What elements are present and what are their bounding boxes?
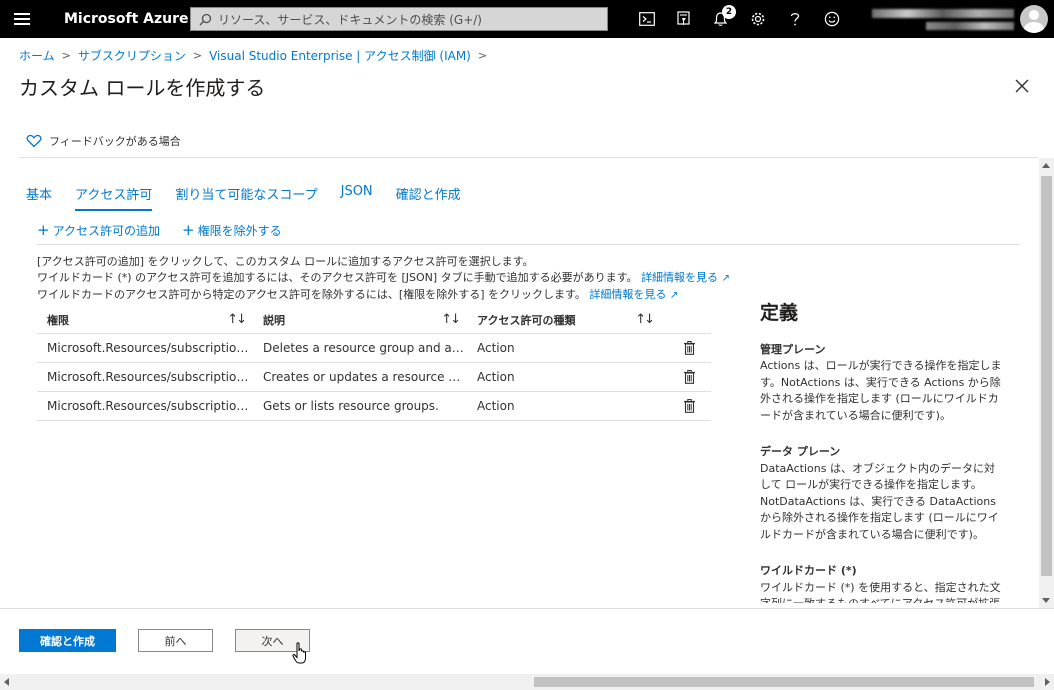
table-row: Microsoft.Resources/subscriptions/resour… xyxy=(37,392,711,421)
definition-body: Actions は、ロールが実行できる操作を指定します。NotActions は… xyxy=(760,359,1002,422)
notifications-icon[interactable]: 2 xyxy=(702,0,739,38)
page-title: カスタム ロールを作成する xyxy=(19,76,266,100)
permission-cell: Microsoft.Resources/subscriptions/resour… xyxy=(47,399,253,413)
chevron-right-icon: > xyxy=(61,49,71,62)
info-line-3: ワイルドカードのアクセス許可から特定のアクセス許可を除外するには、[権限を除外す… xyxy=(37,288,586,301)
exclude-permissions-label: 権限を除外する xyxy=(197,224,282,238)
breadcrumb-iam[interactable]: Visual Studio Enterprise | アクセス制御 (IAM) xyxy=(209,47,471,64)
exclude-permissions-button[interactable]: + 権限を除外する xyxy=(182,222,282,239)
scroll-up-arrow-icon[interactable] xyxy=(1042,163,1050,168)
tab-bar: 基本 アクセス許可 割り当て可能なスコープ JSON 確認と作成 xyxy=(26,184,484,211)
info-text: [アクセス許可の追加] をクリックして、このカスタム ロールに追加するアクセス許… xyxy=(37,254,730,304)
top-nav-bar: Microsoft Azure リソース、サービス、ドキュメントの検索 (G+/… xyxy=(0,0,1054,38)
breadcrumb-subscriptions[interactable]: サブスクリプション xyxy=(78,47,186,64)
footer-bar: 確認と作成 前へ 次へ xyxy=(0,608,1054,674)
table-header: 権限 ↑↓ 説明 ↑↓ アクセス許可の種類 ↑↓ xyxy=(37,306,711,334)
cloud-shell-icon[interactable] xyxy=(628,0,665,38)
add-permissions-label: アクセス許可の追加 xyxy=(52,224,160,238)
breadcrumb: ホーム > サブスクリプション > Visual Studio Enterpri… xyxy=(19,47,494,64)
feedback-smiley-icon[interactable] xyxy=(813,0,850,38)
search-icon xyxy=(199,13,212,25)
search-placeholder: リソース、サービス、ドキュメントの検索 (G+/) xyxy=(218,12,482,27)
permission-cell: Microsoft.Resources/subscriptions/resour… xyxy=(47,370,253,384)
learn-more-link[interactable]: 詳細情報を見る ↗ xyxy=(589,288,678,301)
info-line-2: ワイルドカード (*) のアクセス許可を追加するには、そのアクセス許可を [JS… xyxy=(37,271,638,284)
add-permissions-button[interactable]: + アクセス許可の追加 xyxy=(37,222,160,239)
definition-heading: ワイルドカード (*) xyxy=(760,564,857,577)
type-cell: Action xyxy=(477,341,515,355)
directory-filter-icon[interactable] xyxy=(665,0,702,38)
tab-json[interactable]: JSON xyxy=(341,184,373,211)
scroll-left-arrow-icon[interactable] xyxy=(4,678,9,686)
scroll-right-arrow-icon[interactable] xyxy=(1045,678,1050,686)
tab-basics[interactable]: 基本 xyxy=(26,184,52,211)
previous-button[interactable]: 前へ xyxy=(138,629,213,652)
external-link-icon: ↗ xyxy=(669,290,679,301)
notification-badge: 2 xyxy=(722,5,736,19)
sort-icon[interactable]: ↑↓ xyxy=(441,312,461,327)
avatar[interactable] xyxy=(1020,5,1048,33)
plus-icon: + xyxy=(37,221,50,239)
feedback-label: フィードバックがある場合 xyxy=(49,135,181,148)
column-header-type[interactable]: アクセス許可の種類 ↑↓ xyxy=(467,306,661,334)
table-row: Microsoft.Resources/subscriptions/resour… xyxy=(37,363,711,392)
definition-title: 定義 xyxy=(760,302,799,324)
column-header-permission[interactable]: 権限 ↑↓ xyxy=(37,306,253,334)
permissions-table: 権限 ↑↓ 説明 ↑↓ アクセス許可の種類 ↑↓ Microsoft.Resource… xyxy=(37,306,711,421)
review-create-button[interactable]: 確認と作成 xyxy=(19,629,116,652)
tab-assignable-scopes[interactable]: 割り当て可能なスコープ xyxy=(175,184,317,211)
sort-icon[interactable]: ↑↓ xyxy=(227,312,247,327)
hand-cursor-icon xyxy=(292,642,306,664)
action-bar: + アクセス許可の追加 + 権限を除外する xyxy=(37,222,304,239)
definition-panel: 定義 管理プレーン Actions は、ロールが実行できる操作を指定します。No… xyxy=(760,302,1005,623)
hamburger-menu-icon[interactable] xyxy=(0,0,44,38)
tab-review-create[interactable]: 確認と作成 xyxy=(396,184,461,211)
description-cell: Gets or lists resource groups. xyxy=(263,399,439,413)
description-cell: Creates or updates a resource group. xyxy=(263,370,467,384)
divider xyxy=(19,157,1038,158)
tab-permissions[interactable]: アクセス許可 xyxy=(75,184,153,211)
settings-icon[interactable] xyxy=(739,0,776,38)
vertical-scrollbar[interactable] xyxy=(1039,158,1054,608)
info-line-1: [アクセス許可の追加] をクリックして、このカスタム ロールに追加するアクセス許… xyxy=(37,255,534,268)
type-cell: Action xyxy=(477,370,515,384)
column-header-description[interactable]: 説明 ↑↓ xyxy=(253,306,467,334)
plus-icon: + xyxy=(181,221,195,239)
account-name-blurred xyxy=(872,8,1014,18)
type-cell: Action xyxy=(477,399,515,413)
search-input[interactable]: リソース、サービス、ドキュメントの検索 (G+/) xyxy=(190,7,608,31)
horizontal-scrollbar[interactable] xyxy=(0,674,1054,690)
breadcrumb-home[interactable]: ホーム xyxy=(19,47,55,64)
heart-icon xyxy=(26,134,42,148)
sort-icon[interactable]: ↑↓ xyxy=(635,312,655,327)
permission-cell: Microsoft.Resources/subscriptions/resour… xyxy=(47,341,253,355)
external-link-icon: ↗ xyxy=(721,273,730,284)
trash-icon[interactable] xyxy=(683,370,695,384)
chevron-right-icon: > xyxy=(192,49,203,62)
trash-icon[interactable] xyxy=(683,341,695,355)
chevron-right-icon: > xyxy=(477,49,488,62)
divider xyxy=(37,244,1020,245)
description-cell: Deletes a resource group and all its res… xyxy=(263,341,467,355)
help-icon[interactable] xyxy=(776,0,813,38)
trash-icon[interactable] xyxy=(683,399,695,413)
table-row: Microsoft.Resources/subscriptions/resour… xyxy=(37,334,711,363)
scrollbar-thumb[interactable] xyxy=(534,677,1034,687)
definition-heading: データ プレーン xyxy=(760,445,841,458)
scrollbar-thumb[interactable] xyxy=(1041,176,1052,576)
account-info[interactable] xyxy=(864,0,1014,38)
brand-title[interactable]: Microsoft Azure xyxy=(44,11,190,27)
feedback-link[interactable]: フィードバックがある場合 xyxy=(26,133,181,149)
account-directory-blurred xyxy=(926,21,1014,30)
learn-more-link[interactable]: 詳細情報を見る ↗ xyxy=(641,271,730,284)
close-icon[interactable] xyxy=(1012,76,1032,96)
definition-body: DataActions は、オブジェクト内のデータに対して ロールが実行できる操… xyxy=(760,461,999,541)
definition-body: ワイルドカード (*) を使用すると、指定された文字列に一致するものすべてにアク… xyxy=(760,580,1001,604)
scroll-down-arrow-icon[interactable] xyxy=(1042,598,1050,603)
definition-heading: 管理プレーン xyxy=(760,342,826,356)
